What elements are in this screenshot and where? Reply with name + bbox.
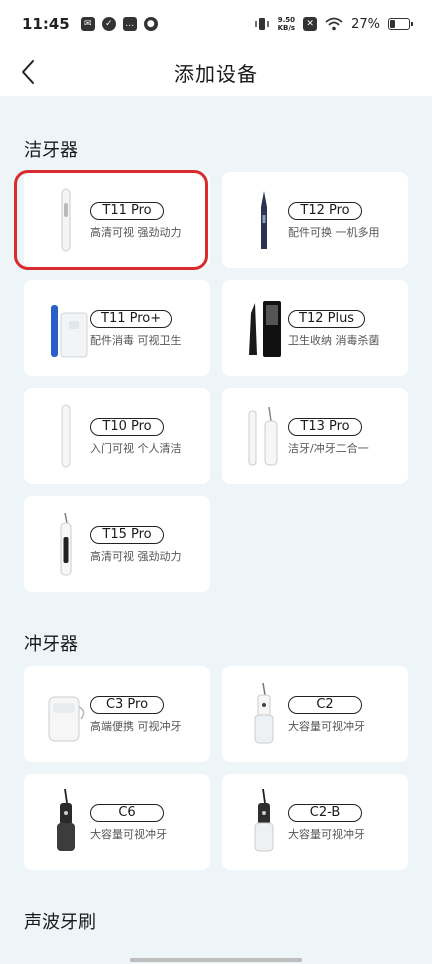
device-card-t15pro[interactable]: T15 Pro 高清可视 强劲动力 bbox=[24, 496, 210, 592]
device-card-c2b[interactable]: C2-B 大容量可视冲牙 bbox=[222, 774, 408, 870]
wifi-icon bbox=[325, 17, 343, 31]
status-bar: 11:45 ✉ ✓ … ● 9.50 KB/s ✕ 27% bbox=[0, 0, 432, 48]
device-model: T10 Pro bbox=[90, 418, 164, 436]
device-card-t11proplus[interactable]: T11 Pro+ 配件消毒 可视卫生 bbox=[24, 280, 210, 376]
mail-icon: ✉ bbox=[80, 17, 95, 31]
no-sim-icon: ✕ bbox=[303, 17, 318, 31]
device-desc: 入门可视 个人清洁 bbox=[90, 442, 182, 455]
device-desc: 高清可视 强劲动力 bbox=[90, 550, 182, 563]
section-title-cleaner: 洁牙器 bbox=[24, 140, 78, 161]
device-image bbox=[34, 674, 98, 754]
device-card-c3pro[interactable]: C3 Pro 高端便携 可视冲牙 bbox=[24, 666, 210, 762]
device-model: C3 Pro bbox=[90, 696, 164, 714]
netspeed: 9.50 KB/s bbox=[278, 16, 295, 32]
section-title-sonic: 声波牙刷 bbox=[24, 912, 96, 933]
device-desc: 大容量可视冲牙 bbox=[288, 828, 365, 841]
device-list: 洁牙器 T11 Pro 高清可视 强劲动力 T12 Pro 配件可换 一机多用 … bbox=[0, 96, 432, 964]
device-model: T11 Pro bbox=[90, 202, 164, 220]
device-card-t12plus[interactable]: T12 Plus 卫生收纳 消毒杀菌 bbox=[222, 280, 408, 376]
device-model: C2-B bbox=[288, 804, 362, 822]
device-desc: 大容量可视冲牙 bbox=[90, 828, 167, 841]
device-model: C2 bbox=[288, 696, 362, 714]
device-desc: 高清可视 强劲动力 bbox=[90, 226, 182, 239]
page-title: 添加设备 bbox=[174, 61, 258, 86]
device-card-c6[interactable]: C6 大容量可视冲牙 bbox=[24, 774, 210, 870]
netspeed-unit: KB/s bbox=[277, 24, 296, 32]
device-card-t10pro[interactable]: T10 Pro 入门可视 个人清洁 bbox=[24, 388, 210, 484]
device-model: T13 Pro bbox=[288, 418, 362, 436]
device-model: T11 Pro+ bbox=[90, 310, 173, 328]
device-image bbox=[232, 180, 296, 260]
device-image bbox=[232, 288, 296, 368]
device-card-t12pro[interactable]: T12 Pro 配件可换 一机多用 bbox=[222, 172, 408, 268]
chat-icon: … bbox=[122, 17, 137, 31]
device-desc: 大容量可视冲牙 bbox=[288, 720, 365, 733]
device-model: T12 Plus bbox=[288, 310, 366, 328]
chevron-left-icon bbox=[22, 60, 34, 84]
device-card-t13pro[interactable]: T13 Pro 洁牙/冲牙二合一 bbox=[222, 388, 408, 484]
check-icon: ✓ bbox=[101, 17, 116, 31]
device-image bbox=[232, 782, 296, 862]
battery-icon bbox=[388, 18, 413, 30]
status-left: 11:45 ✉ ✓ … ● bbox=[22, 15, 158, 33]
vibrate-icon bbox=[254, 18, 269, 30]
status-right: 9.50 KB/s ✕ 27% bbox=[254, 16, 413, 32]
battery-fill bbox=[390, 20, 395, 28]
back-button[interactable] bbox=[14, 56, 42, 88]
device-desc: 配件可换 一机多用 bbox=[288, 226, 380, 239]
device-model: T15 Pro bbox=[90, 526, 164, 544]
home-indicator[interactable] bbox=[130, 958, 302, 962]
netspeed-value: 9.50 bbox=[277, 16, 295, 24]
device-image bbox=[34, 504, 98, 584]
device-model: C6 bbox=[90, 804, 164, 822]
wechat-icon: ● bbox=[143, 17, 158, 31]
device-desc: 配件消毒 可视卫生 bbox=[90, 334, 182, 347]
device-image bbox=[232, 396, 296, 476]
section-title-flosser: 冲牙器 bbox=[24, 634, 78, 655]
device-image bbox=[34, 396, 98, 476]
device-image bbox=[34, 782, 98, 862]
device-image bbox=[34, 180, 98, 260]
device-desc: 高端便携 可视冲牙 bbox=[90, 720, 182, 733]
header: 添加设备 bbox=[0, 48, 432, 96]
battery-percent: 27% bbox=[351, 16, 380, 32]
device-image bbox=[232, 674, 296, 754]
device-card-t11pro[interactable]: T11 Pro 高清可视 强劲动力 bbox=[24, 172, 210, 268]
device-model: T12 Pro bbox=[288, 202, 362, 220]
device-card-c2[interactable]: C2 大容量可视冲牙 bbox=[222, 666, 408, 762]
status-time: 11:45 bbox=[22, 15, 70, 33]
device-desc: 洁牙/冲牙二合一 bbox=[288, 442, 369, 455]
device-image bbox=[34, 288, 98, 368]
device-desc: 卫生收纳 消毒杀菌 bbox=[288, 334, 380, 347]
